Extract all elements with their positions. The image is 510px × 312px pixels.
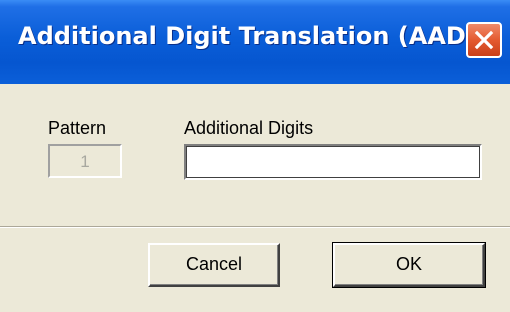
- additional-digits-field[interactable]: [184, 144, 482, 180]
- title-bar[interactable]: Additional Digit Translation (AADC): [0, 0, 510, 84]
- pattern-label: Pattern: [48, 118, 107, 138]
- pattern-value: 1: [80, 152, 90, 171]
- close-icon: [474, 30, 494, 50]
- close-button[interactable]: [466, 22, 502, 58]
- cancel-button[interactable]: Cancel: [148, 243, 280, 287]
- dialog-window: Additional Digit Translation (AADC) Patt…: [0, 0, 510, 312]
- divider: [0, 226, 510, 228]
- additional-digits-label: Additional Digits: [184, 118, 314, 138]
- additional-digits-input[interactable]: [188, 148, 482, 174]
- ok-button[interactable]: OK: [332, 242, 486, 288]
- window-title: Additional Digit Translation (AADC): [18, 22, 495, 50]
- pattern-field: 1: [48, 144, 122, 178]
